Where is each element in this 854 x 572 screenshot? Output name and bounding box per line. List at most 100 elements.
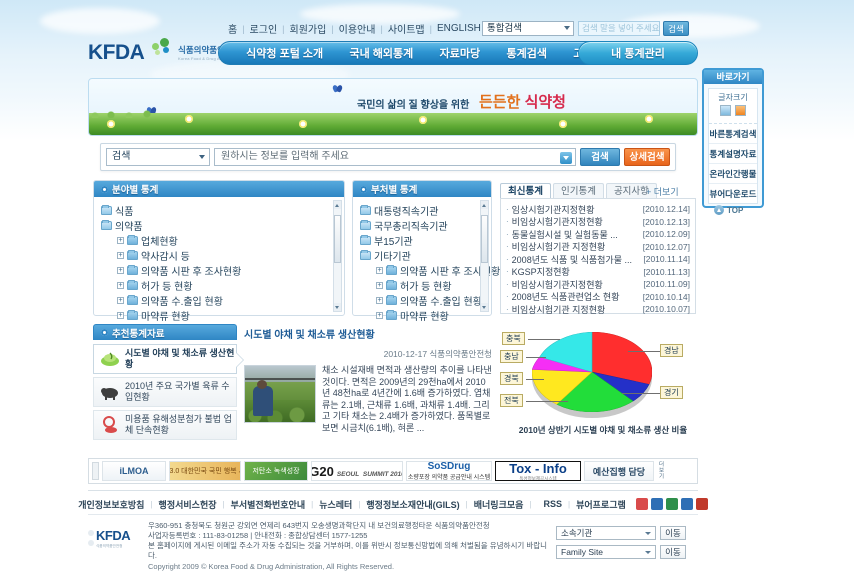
recommended-item-cosmetics-crackdown[interactable]: 미용품 유해성분첨가 불법 업체 단속현황 (93, 410, 237, 440)
recommended-item-meat-import[interactable]: 2010년 주요 국가별 육류 수입현황 (93, 377, 237, 407)
banner-tox-info[interactable]: Tox - Info 독성정보제공시스템 (495, 461, 581, 481)
footer-family-site-select[interactable]: Family Site (556, 545, 656, 559)
banner-green-growth[interactable]: 저탄소 녹색성장 (244, 461, 308, 481)
quick-link-viewer-download[interactable]: 뷰어다운로드 (709, 184, 757, 203)
expand-icon[interactable]: + (376, 267, 383, 274)
article-thumbnail[interactable] (244, 365, 316, 423)
pdf-icon[interactable] (695, 498, 708, 510)
util-link-login[interactable]: 로그인 (250, 21, 278, 36)
search-suggest-icon[interactable] (560, 151, 572, 164)
list-item[interactable]: · 비임상시험기관지정현황 [2010.12.13] (506, 216, 690, 229)
util-link-sitemap[interactable]: 사이트맵 (388, 21, 425, 36)
footer-affiliate-select[interactable]: 소속기관 (556, 526, 656, 540)
scroll-down-icon[interactable] (481, 303, 488, 311)
expand-icon[interactable]: + (376, 312, 383, 319)
expand-icon[interactable]: + (117, 267, 124, 274)
footer-link-service-charter[interactable]: 행정서비스헌장 (159, 498, 217, 511)
hwp-icon[interactable] (635, 498, 648, 510)
scroll-up-icon[interactable] (481, 201, 488, 209)
tree-node[interactable]: 기타기관 (360, 248, 487, 263)
word-icon[interactable] (650, 498, 663, 510)
tree-node[interactable]: + 업체현황 (101, 233, 340, 248)
tree-node[interactable]: + 의약품 수.출입 현황 (101, 293, 340, 308)
nav-item-portal-intro[interactable]: 식약청 포털 소개 (246, 45, 323, 61)
tab-popular-stats[interactable]: 인기통계 (552, 183, 604, 198)
list-item[interactable]: · 동물실험시설 및 실험동물 ... [2010.12.09] (506, 228, 690, 241)
quick-link-stat-search[interactable]: 바른통계검색 (709, 124, 757, 144)
advanced-search-button[interactable]: 상세검색 (624, 148, 670, 166)
footer-link-gils[interactable]: 행정정보소재안내(GILS) (366, 498, 459, 511)
scroll-up-icon[interactable] (334, 201, 341, 209)
excel-icon[interactable] (665, 498, 678, 510)
util-link-guide[interactable]: 이용안내 (339, 21, 376, 36)
tree-node[interactable]: 대통령직속기관 (360, 203, 487, 218)
expand-icon[interactable]: + (117, 252, 124, 259)
banner-sosdrug[interactable]: SoSDrug 소량포장 의약품 공급안내 시스템 (406, 461, 492, 481)
tree-node[interactable]: + 의약품 수.출입 현황 (360, 293, 487, 308)
list-item[interactable]: · 2008년도 식품 및 식품첨가물 ... [2010.11.14] (506, 253, 690, 266)
footer-family-site-go-button[interactable]: 이동 (660, 545, 686, 559)
global-search-category-select[interactable]: 통합검색 (482, 21, 574, 36)
list-item[interactable]: · 2008년도 식품관련업소 현황 [2010.10.14] (506, 291, 690, 304)
tree-node[interactable]: + 의약품 시판 후 조사현황 (101, 263, 340, 278)
expand-icon[interactable]: + (117, 312, 124, 319)
list-item[interactable]: · KGSP지정현황 [2010.11.13] (506, 266, 690, 279)
footer-link-newsletter[interactable]: 뉴스레터 (319, 498, 352, 511)
font-size-increase-icon[interactable] (735, 105, 747, 116)
expand-icon[interactable]: + (117, 282, 124, 289)
global-search-input[interactable]: 검색 말을 넣어 주세요 (578, 21, 660, 36)
util-link-join[interactable]: 회원가입 (290, 21, 327, 36)
list-item[interactable]: · 임상시험기관지정현황 [2010.12.14] (506, 203, 690, 216)
footer-link-phone-directory[interactable]: 부서별전화번호안내 (231, 498, 306, 511)
util-link-home[interactable]: 홈 (228, 21, 237, 36)
banner-more-button[interactable]: 더보기 (657, 462, 666, 480)
footer-link-banner-collection[interactable]: 배너링크모음 (474, 498, 524, 511)
scroll-down-icon[interactable] (334, 303, 341, 311)
search-input[interactable]: 원하시는 정보를 입력해 주세요 (214, 148, 576, 166)
dept-stats-scrollbar[interactable] (480, 200, 489, 312)
tree-node[interactable]: 식품 (101, 203, 340, 218)
banner-prev-button[interactable] (92, 462, 99, 480)
recommended-item-vegetables[interactable]: 시도별 야채 및 채소류 생산현황 (93, 344, 237, 374)
tree-node[interactable]: + 약사감시 등 (101, 248, 340, 263)
article-title[interactable]: 시도별 야채 및 채소류 생산현황 (244, 326, 492, 341)
nav-item-domestic-overseas-stats[interactable]: 국내 해외통계 (349, 45, 413, 61)
nav-item-data-center[interactable]: 자료마당 (440, 45, 480, 61)
util-link-english[interactable]: ENGLISH (437, 23, 481, 34)
footer-link-rss[interactable]: RSS (544, 499, 563, 509)
expand-icon[interactable]: + (117, 237, 124, 244)
scrollbar-thumb[interactable] (481, 215, 488, 263)
scroll-to-top-button[interactable]: TOP (714, 205, 743, 215)
tree-node[interactable]: + 허가 등 현황 (360, 278, 487, 293)
powerpoint-icon[interactable] (680, 498, 693, 510)
expand-icon[interactable]: + (376, 297, 383, 304)
tree-node[interactable]: + 허가 등 현황 (101, 278, 340, 293)
tree-node[interactable]: 국무총리직속기관 (360, 218, 487, 233)
list-item[interactable]: · 비임상시험기관 지정현황 [2010.12.07] (506, 241, 690, 254)
scrollbar-thumb[interactable] (334, 215, 341, 263)
nav-my-stats-button[interactable]: 내 통계관리 (578, 41, 698, 65)
list-item[interactable]: · 비임상시험기관지정현황 [2010.11.09] (506, 278, 690, 291)
tree-node[interactable]: 부15기관 (360, 233, 487, 248)
footer-link-privacy[interactable]: 개인정보보호방침 (78, 498, 144, 511)
search-submit-button[interactable]: 검색 (580, 148, 620, 166)
font-size-decrease-icon[interactable] (719, 105, 731, 116)
footer-link-viewer-program[interactable]: 뷰어프로그램 (576, 498, 626, 511)
tree-node[interactable]: + 의약품 시판 후 조사현황 (360, 263, 500, 278)
expand-icon[interactable]: + (117, 297, 124, 304)
banner-g20[interactable]: G20 SEOUL SUMMIT 2010 (311, 461, 403, 481)
banner-korean-culture[interactable]: 정부3.0 대한민국 국민 행복 시대! (169, 461, 241, 481)
banner-ilmoa[interactable]: iLMOA (102, 461, 166, 481)
global-search-button[interactable]: 검색 (663, 21, 689, 36)
list-item[interactable]: · 비임상시험기관 지정현황 [2010.10.07] (506, 303, 690, 316)
news-more-link[interactable]: + 더보기 (646, 185, 679, 198)
quick-link-stat-docs[interactable]: 통계설명자료 (709, 144, 757, 164)
quick-link-online-publications[interactable]: 온라인간행물 (709, 164, 757, 184)
tree-node[interactable]: + 마약류 현황 (101, 308, 340, 323)
field-stats-scrollbar[interactable] (333, 200, 342, 312)
tab-latest-stats[interactable]: 최신통계 (500, 183, 551, 198)
search-category-select[interactable]: 검색 (106, 148, 210, 166)
tree-node[interactable]: + 마약류 현황 (360, 308, 487, 323)
footer-affiliate-go-button[interactable]: 이동 (660, 526, 686, 540)
banner-budget[interactable]: 예산집행 담당 (584, 461, 654, 481)
